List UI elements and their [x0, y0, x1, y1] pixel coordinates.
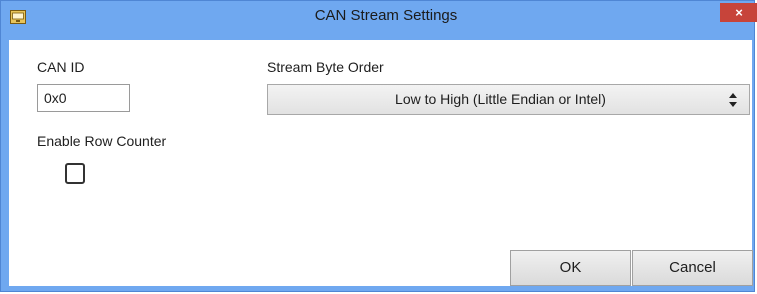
title-bar[interactable]: CAN Stream Settings × [1, 1, 757, 31]
close-button[interactable]: × [720, 3, 757, 22]
can-id-input[interactable] [37, 84, 130, 112]
stream-byte-order-label: Stream Byte Order [267, 59, 384, 75]
window-title: CAN Stream Settings [314, 7, 458, 24]
stream-byte-order-value: Low to High (Little Endian or Intel) [395, 91, 606, 107]
close-icon: × [735, 5, 743, 20]
dialog-window: CAN Stream Settings × CAN ID Stream Byte… [0, 0, 757, 292]
ok-button[interactable]: OK [510, 250, 631, 286]
enable-row-counter-label: Enable Row Counter [37, 133, 167, 149]
can-id-label: CAN ID [37, 59, 85, 75]
enable-row-counter-checkbox[interactable] [65, 163, 85, 184]
updown-arrows-icon [729, 93, 737, 107]
cancel-button[interactable]: Cancel [632, 250, 753, 286]
dialog-body: CAN ID Stream Byte Order Low to High (Li… [9, 40, 753, 286]
stream-byte-order-select[interactable]: Low to High (Little Endian or Intel) [267, 84, 750, 115]
app-window-icon [10, 10, 26, 24]
